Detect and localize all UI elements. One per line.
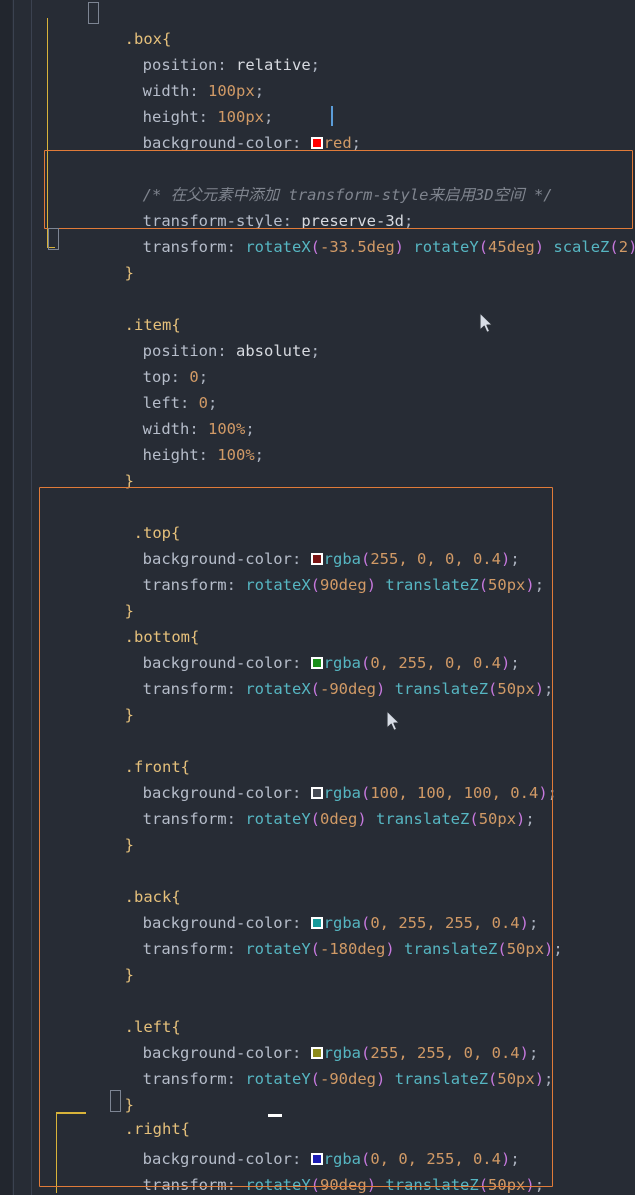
code-line[interactable]: .top{ [0,494,635,542]
code-line[interactable]: } [0,1066,635,1114]
code-line[interactable]: background-color: rgba(255, 255, 0, 0.4)… [0,1014,635,1062]
code-line[interactable]: top: 0; [0,338,635,386]
code-line[interactable]: transform-style: preserve-3d; [0,182,635,230]
brace-match-box-open [88,2,99,24]
code-line[interactable]: width: 100%; [0,390,635,438]
code-line[interactable]: width: 100px; [0,52,635,100]
brace-match-box-close [48,228,59,250]
code-line[interactable]: } [0,234,635,282]
code-line[interactable]: position: relative; [0,26,635,74]
code-editor[interactable]: .box{ position: relative; width: 100px; … [0,0,635,1195]
code-line[interactable]: transform: rotateY(90deg) translateZ(50p… [0,1146,635,1194]
code-line[interactable]: background-color: rgba(100, 100, 100, 0.… [0,754,635,802]
code-line[interactable]: background-color: rgba(0, 255, 0, 0.4); [0,624,635,672]
bracket-pair-guide-box [47,18,55,248]
code-line[interactable]: } [0,936,635,984]
color-picker-hover-bar [268,1114,282,1117]
brace-close: } [124,836,134,854]
code-line[interactable]: background-color: rgba(255, 0, 0, 0.4); [0,520,635,568]
code-line[interactable]: transform: rotateY(0deg) translateZ(50px… [0,780,635,828]
brace-close: } [124,264,134,282]
semicolon: ; [351,134,361,152]
mouse-pointer-icon [386,710,400,731]
code-line[interactable]: } [0,572,635,620]
bracket-pair-guide-right [56,1113,64,1193]
code-line[interactable]: /* 在父元素中添加 transform-style来启用3D空间 */ [0,156,635,204]
code-line[interactable]: background-color: rgba(0, 0, 255, 0.4); [0,1120,635,1168]
code-line[interactable]: .right{ [0,1090,635,1138]
brace-match-right-open [110,1090,121,1112]
code-line[interactable]: height: 100%; [0,416,635,464]
code-line[interactable]: .item{ [0,286,635,334]
property-background-color: background-color [142,134,292,152]
brace-close: } [124,966,134,984]
code-line[interactable]: left: 0; [0,364,635,412]
code-line[interactable]: .left{ [0,988,635,1036]
code-line[interactable]: height: 100px; [0,78,635,126]
code-line[interactable]: .front{ [0,728,635,776]
text-caret [331,106,333,126]
code-line[interactable]: transform: rotateX(90deg) translateZ(50p… [0,546,635,594]
code-line[interactable]: .bottom{ [0,598,635,646]
code-line[interactable]: } [0,676,635,724]
code-surface[interactable]: .box{ position: relative; width: 100px; … [0,0,635,1195]
brace-close: } [124,472,134,490]
brace-close: } [124,706,134,724]
code-line[interactable]: .back{ [0,858,635,906]
code-line[interactable]: } [0,806,635,854]
code-line[interactable]: background-color: rgba(0, 255, 255, 0.4)… [0,884,635,932]
code-line[interactable]: transform: rotateX(-33.5deg) rotateY(45d… [0,208,635,256]
code-line[interactable]: } [0,1172,635,1195]
code-line[interactable]: background-color: red; [0,104,635,152]
code-line[interactable]: position: absolute; [0,312,635,360]
color-swatch-red-icon[interactable] [310,137,323,149]
bracket-pair-guide-right-stub [56,1112,86,1114]
code-line[interactable]: transform: rotateX(-90deg) translateZ(50… [0,650,635,698]
colon: : [291,134,302,152]
code-line[interactable]: transform: rotateY(-180deg) translateZ(5… [0,910,635,958]
value-red: red [323,134,352,152]
code-line[interactable]: } [0,442,635,490]
code-line[interactable]: transform: rotateY(-90deg) translateZ(50… [0,1040,635,1088]
mouse-pointer-icon [479,312,493,333]
